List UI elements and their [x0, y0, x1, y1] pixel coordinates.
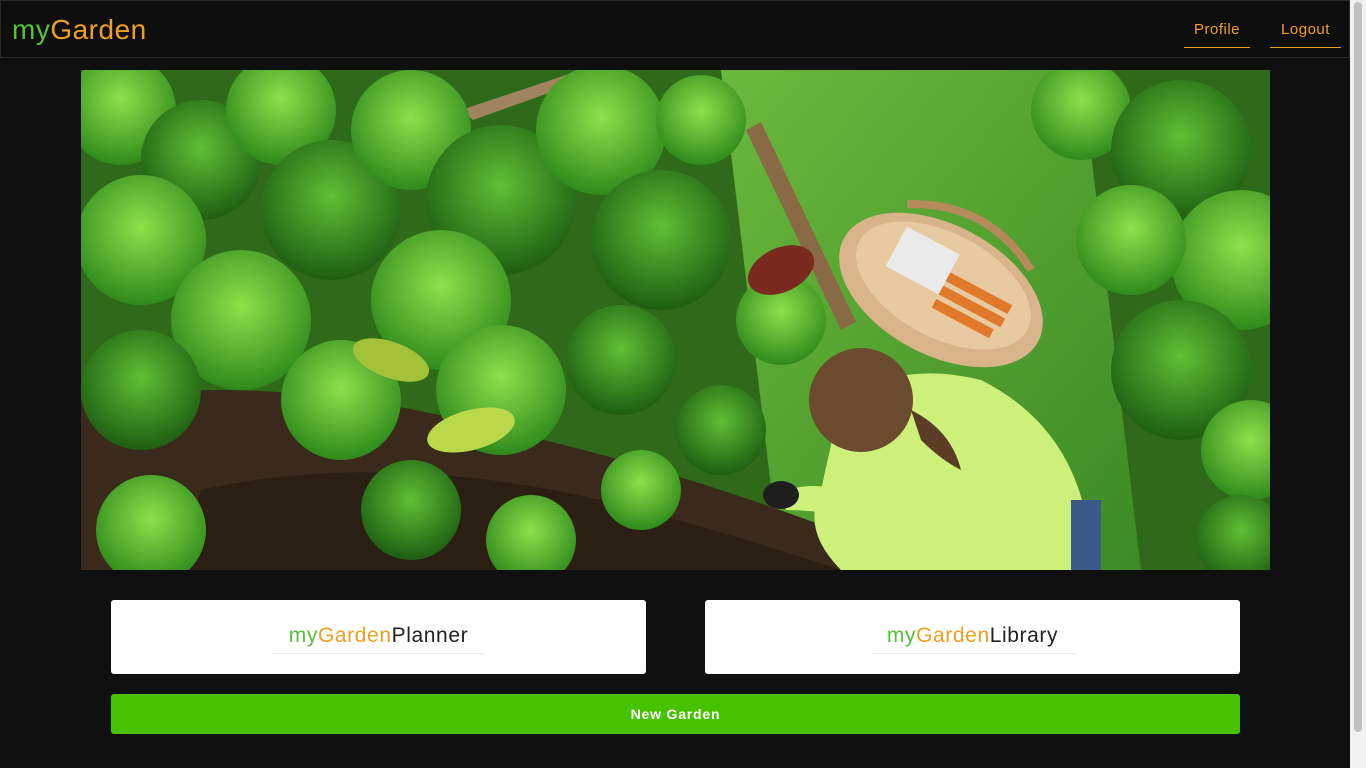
top-navbar: myGarden Profile Logout [0, 0, 1350, 58]
garden-planner-title: myGardenPlanner [111, 624, 646, 648]
garden-planner-card[interactable]: myGardenPlanner [111, 600, 646, 674]
card-divider [871, 653, 1075, 654]
new-garden-button[interactable]: New Garden [111, 694, 1240, 734]
card-title-planner: Planner [391, 624, 469, 647]
hero-garden-image [81, 70, 1270, 570]
card-divider [273, 653, 485, 654]
card-title-garden: Garden [317, 624, 392, 647]
garden-photo-icon [81, 70, 1270, 570]
logo-part-garden: Garden [50, 14, 147, 45]
app-logo[interactable]: myGarden [12, 14, 147, 46]
card-title-my: my [886, 624, 917, 647]
card-title-garden: Garden [916, 624, 990, 647]
nav-profile-link[interactable]: Profile [1184, 21, 1250, 48]
garden-library-card[interactable]: myGardenLibrary [705, 600, 1240, 674]
card-title-library: Library [989, 624, 1059, 647]
garden-library-title: myGardenLibrary [705, 624, 1240, 648]
scrollbar-thumb[interactable] [1354, 2, 1362, 732]
card-title-my: my [288, 624, 318, 647]
page-scrollbar[interactable] [1350, 0, 1366, 768]
logo-part-my: my [12, 14, 51, 45]
nav-logout-link[interactable]: Logout [1270, 21, 1341, 48]
